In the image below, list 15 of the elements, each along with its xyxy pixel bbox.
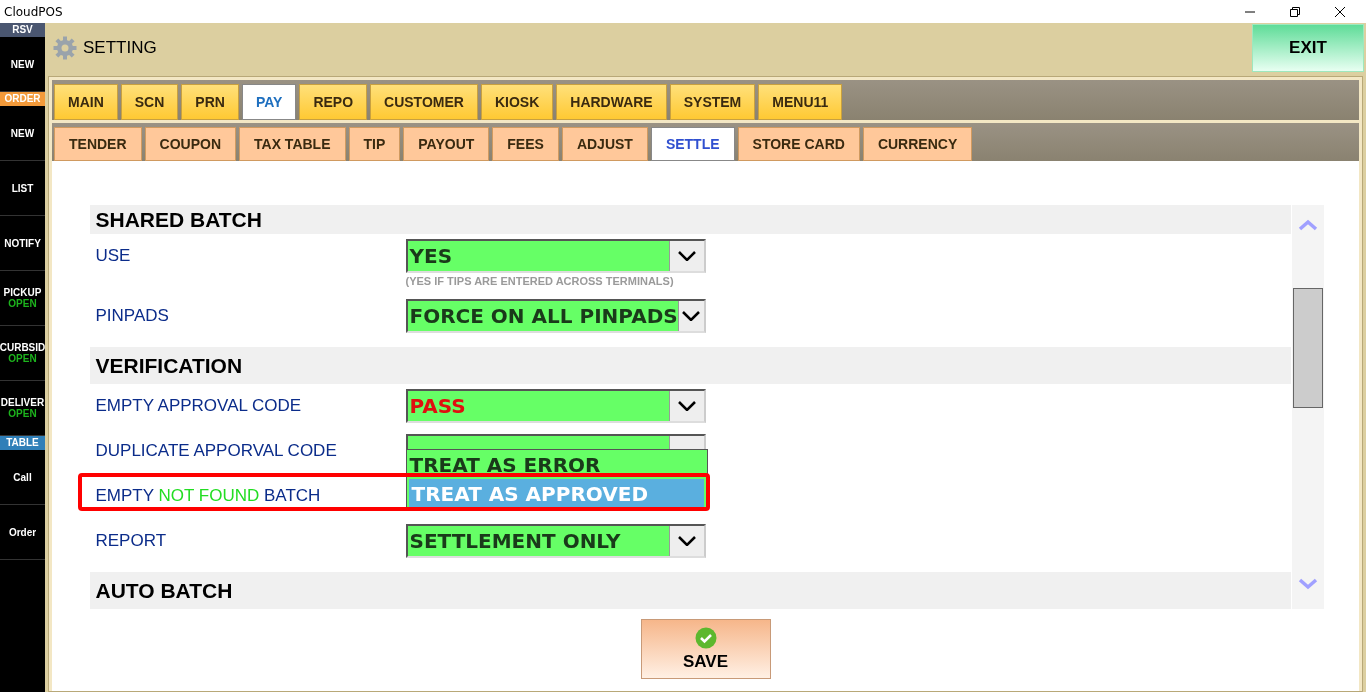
field-label: EMPTY NOT FOUND BATCH	[94, 485, 322, 507]
sidebar-header: ORDER	[0, 92, 45, 106]
sidebar-header: TABLE	[0, 436, 45, 450]
window-title: CloudPOS	[4, 4, 63, 19]
field-label: DUPLICATE APPORVAL CODE	[94, 440, 338, 462]
section-header: VERIFICATION	[89, 347, 1291, 384]
hint-text: (YES IF TIPS ARE ENTERED ACROSS TERMINALS)	[405, 275, 675, 287]
field-label: USE	[94, 245, 132, 267]
field-label: PINPADS	[94, 305, 170, 327]
sidebar-header: RSV	[0, 23, 45, 37]
section-header: SHARED BATCH	[89, 205, 1291, 234]
field-label: EMPTY APPROVAL CODE	[94, 395, 303, 417]
section-header: AUTO BATCH	[89, 572, 1291, 609]
field-label: REPORT	[94, 530, 168, 552]
page-title: SETTING	[83, 38, 157, 58]
